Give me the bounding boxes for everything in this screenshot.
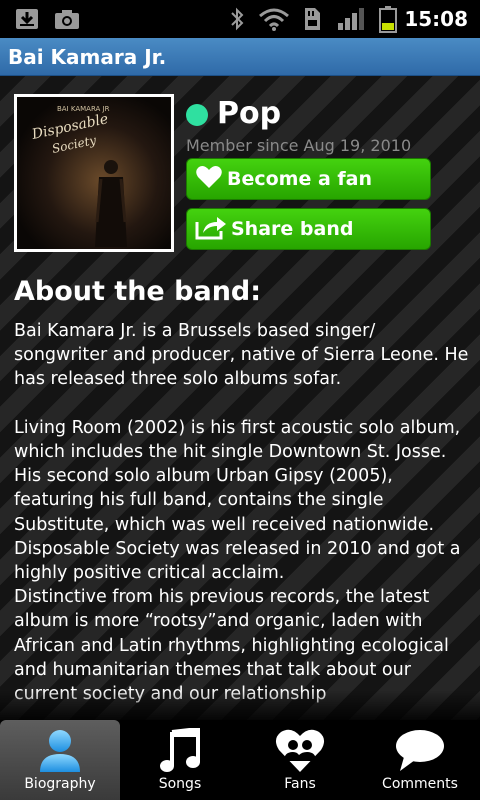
signal-icon (335, 0, 367, 38)
tab-label: Songs (158, 776, 202, 792)
bottom-tab-bar: Biography Songs Fans Comments (0, 720, 480, 800)
about-heading: About the band: (14, 276, 262, 307)
become-fan-button[interactable]: Become a fan (186, 158, 431, 200)
share-icon (195, 214, 227, 244)
camera-icon (52, 0, 82, 38)
share-band-label: Share band (231, 218, 354, 240)
band-content[interactable]: BAI KAMARA JR Disposable Society Pop Mem… (0, 76, 480, 720)
member-since: Member since Aug 19, 2010 (186, 136, 412, 155)
tab-biography[interactable]: Biography (0, 720, 120, 800)
speech-bubble-icon (360, 726, 480, 776)
tab-label: Comments (382, 776, 458, 792)
tab-songs[interactable]: Songs (120, 720, 240, 800)
person-icon (0, 726, 120, 776)
sd-card-icon (300, 0, 324, 38)
share-band-button[interactable]: Share band (186, 208, 431, 250)
tab-label: Biography (24, 776, 96, 792)
about-text: Bai Kamara Jr. is a Brussels based singe… (14, 321, 469, 704)
status-bar: 15:08 (0, 0, 480, 38)
wifi-icon (257, 0, 291, 38)
heart-icon (195, 164, 223, 194)
bluetooth-icon (225, 0, 249, 38)
page-title: Bai Kamara Jr. (8, 45, 167, 69)
tab-comments[interactable]: Comments (360, 720, 480, 800)
genre-indicator (186, 104, 208, 126)
heart-people-icon (240, 726, 360, 776)
album-cover[interactable]: BAI KAMARA JR Disposable Society (14, 94, 174, 252)
tab-fans[interactable]: Fans (240, 720, 360, 800)
become-fan-label: Become a fan (227, 168, 373, 190)
genre-label: Pop (217, 96, 282, 131)
tab-label: Fans (284, 776, 316, 792)
status-time: 15:08 (404, 7, 468, 31)
music-note-icon (120, 726, 240, 776)
battery-icon (375, 0, 401, 38)
scroll-fade (0, 690, 480, 720)
download-icon (12, 0, 42, 38)
title-bar: Bai Kamara Jr. (0, 38, 480, 76)
